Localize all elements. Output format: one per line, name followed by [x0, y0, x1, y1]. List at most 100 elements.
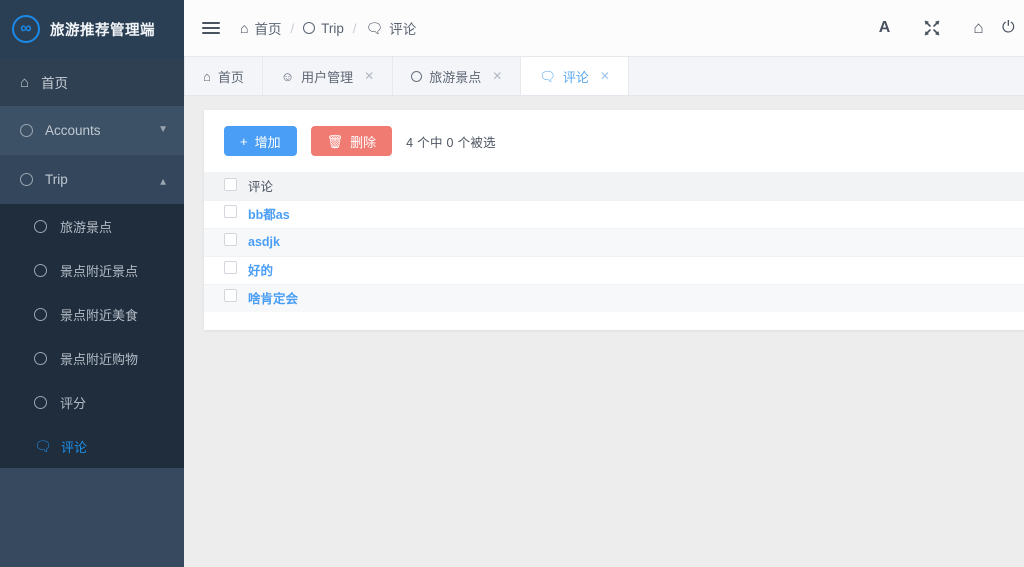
- sidebar: ∞ 旅游推荐管理端 ⌂ 首页 Accounts ▼ Trip ▼ 旅游景点 景点…: [0, 0, 184, 567]
- table-header-row: 评论: [204, 172, 1024, 200]
- cell-comment: bb都as: [248, 200, 1024, 228]
- fullscreen-icon[interactable]: [908, 0, 955, 57]
- trash-icon: 🗑: [326, 133, 344, 149]
- close-icon[interactable]: ✕: [364, 70, 374, 82]
- tab-label: 旅游景点: [429, 69, 482, 85]
- chevron-down-icon: ▼: [158, 123, 168, 135]
- add-button-label: 增加: [254, 134, 281, 150]
- main-area: ⌂ 首页 / Trip / 🗨 评论 A ⌂ ⏻ ⌂ 首页 ☺ 用户管理 ✕ 旅…: [184, 0, 1024, 567]
- comment-link[interactable]: asdjk: [248, 235, 280, 249]
- comment-link[interactable]: 啥肯定会: [248, 292, 298, 306]
- tab-scenic-spots[interactable]: 旅游景点 ✕: [393, 57, 522, 95]
- breadcrumb-item-home[interactable]: ⌂ 首页: [240, 18, 281, 38]
- row-select-cell: [204, 284, 248, 312]
- circle-icon: [34, 351, 47, 365]
- breadcrumb-label: 首页: [254, 22, 282, 37]
- circle-icon: [34, 395, 47, 409]
- cell-comment: 好的: [248, 256, 1024, 284]
- table-head: 评论: [204, 172, 1024, 200]
- circle-icon: [20, 124, 33, 137]
- infinity-icon: ∞: [12, 15, 40, 43]
- cell-comment: 啥肯定会: [248, 284, 1024, 312]
- sidebar-group-label: Trip: [45, 172, 68, 187]
- close-icon[interactable]: ✕: [600, 70, 610, 82]
- tab-label: 首页: [217, 69, 244, 85]
- breadcrumb-label: Trip: [321, 20, 344, 36]
- app-root: ∞ 旅游推荐管理端 ⌂ 首页 Accounts ▼ Trip ▼ 旅游景点 景点…: [0, 0, 1024, 567]
- plus-icon: +: [240, 133, 248, 149]
- breadcrumb: ⌂ 首页 / Trip / 🗨 评论: [240, 18, 416, 38]
- tab-user-management[interactable]: ☺ 用户管理 ✕: [263, 57, 394, 95]
- font-size-icon[interactable]: A: [861, 0, 908, 57]
- sidebar-item-label: 评论: [61, 439, 88, 455]
- tab-comments[interactable]: 🗨 评论 ✕: [521, 57, 629, 95]
- circle-icon: [411, 70, 423, 82]
- chevron-up-icon: ▼: [158, 175, 168, 187]
- sidebar-item-nearby-shopping[interactable]: 景点附近购物: [0, 336, 184, 380]
- content-area: + 增加 🗑 删除 4 个中 0 个被选 评论 bb都as asdjk 好的 啥…: [184, 96, 1024, 567]
- sidebar-submenu-trip: 旅游景点 景点附近景点 景点附近美食 景点附近购物 评分 🗨 评论: [0, 204, 184, 468]
- sidebar-item-comments[interactable]: 🗨 评论: [0, 424, 184, 468]
- table-row[interactable]: 啥肯定会: [204, 284, 1024, 312]
- hamburger-icon[interactable]: [202, 22, 220, 34]
- circle-icon: [34, 263, 47, 277]
- power-glyph: ⏻: [1002, 19, 1015, 36]
- breadcrumb-item-trip[interactable]: Trip: [303, 21, 344, 36]
- sidebar-item-scenic-spots[interactable]: 旅游景点: [0, 204, 184, 248]
- row-select-cell: [204, 228, 248, 256]
- comment-link[interactable]: bb都as: [248, 208, 290, 222]
- top-actions: A ⌂ ⏻: [861, 0, 1024, 57]
- row-checkbox[interactable]: [224, 261, 237, 274]
- breadcrumb-label: 评论: [389, 22, 417, 37]
- sidebar-group-trip[interactable]: Trip ▼: [0, 155, 184, 204]
- top-bar: ⌂ 首页 / Trip / 🗨 评论 A ⌂ ⏻: [184, 0, 1024, 57]
- breadcrumb-separator: /: [290, 20, 295, 36]
- close-icon[interactable]: ✕: [492, 70, 502, 82]
- delete-button[interactable]: 🗑 删除: [310, 126, 393, 156]
- select-all-cell: [204, 172, 248, 200]
- table-row[interactable]: bb都as: [204, 200, 1024, 228]
- table-body: bb都as asdjk 好的 啥肯定会: [204, 200, 1024, 312]
- row-checkbox[interactable]: [224, 289, 237, 303]
- home-icon: ⌂: [240, 20, 249, 36]
- breadcrumb-separator: /: [352, 20, 357, 36]
- column-header-comment: 评论: [248, 180, 274, 195]
- row-checkbox[interactable]: [224, 205, 237, 218]
- font-size-glyph: A: [878, 19, 891, 36]
- home-icon[interactable]: ⌂: [955, 0, 1002, 57]
- circle-icon: [34, 307, 47, 321]
- tab-bar: ⌂ 首页 ☺ 用户管理 ✕ 旅游景点 ✕ 🗨 评论 ✕: [184, 57, 1024, 96]
- select-all-checkbox[interactable]: [224, 177, 237, 191]
- tab-label: 评论: [562, 69, 589, 85]
- table-toolbar: + 增加 🗑 删除 4 个中 0 个被选: [204, 126, 1024, 172]
- comment-link[interactable]: 好的: [248, 264, 273, 278]
- comments-icon: 🗨: [365, 20, 384, 36]
- sidebar-item-label: 景点附近景点: [60, 263, 139, 279]
- circle-icon: [34, 219, 47, 233]
- sidebar-item-home[interactable]: ⌂ 首页: [0, 58, 184, 106]
- circle-icon: [303, 22, 316, 34]
- selection-info: 4 个中 0 个被选: [406, 135, 496, 150]
- cell-comment: asdjk: [248, 228, 1024, 256]
- comments-panel: + 增加 🗑 删除 4 个中 0 个被选 评论 bb都as asdjk 好的 啥…: [204, 110, 1024, 330]
- tab-label: 用户管理: [301, 69, 354, 85]
- table-row[interactable]: 好的: [204, 256, 1024, 284]
- sidebar-item-nearby-food[interactable]: 景点附近美食: [0, 292, 184, 336]
- comments-icon: 🗨: [34, 437, 52, 454]
- circle-icon: [20, 173, 33, 186]
- sidebar-group-label: Accounts: [45, 123, 101, 138]
- row-checkbox[interactable]: [224, 233, 237, 246]
- sidebar-logo[interactable]: ∞ 旅游推荐管理端: [0, 0, 184, 58]
- power-icon[interactable]: ⏻: [1002, 0, 1024, 57]
- home-glyph: ⌂: [973, 18, 984, 37]
- sidebar-group-accounts[interactable]: Accounts ▼: [0, 106, 184, 155]
- add-button[interactable]: + 增加: [224, 126, 297, 156]
- home-icon: ⌂: [20, 73, 30, 91]
- comments-table: 评论 bb都as asdjk 好的 啥肯定会: [204, 172, 1024, 312]
- tab-home[interactable]: ⌂ 首页: [184, 57, 263, 95]
- sidebar-item-nearby-spots[interactable]: 景点附近景点: [0, 248, 184, 292]
- sidebar-item-rating[interactable]: 评分: [0, 380, 184, 424]
- sidebar-item-label: 评分: [60, 395, 87, 411]
- table-row[interactable]: asdjk: [204, 228, 1024, 256]
- breadcrumb-item-comments[interactable]: 🗨 评论: [365, 18, 416, 38]
